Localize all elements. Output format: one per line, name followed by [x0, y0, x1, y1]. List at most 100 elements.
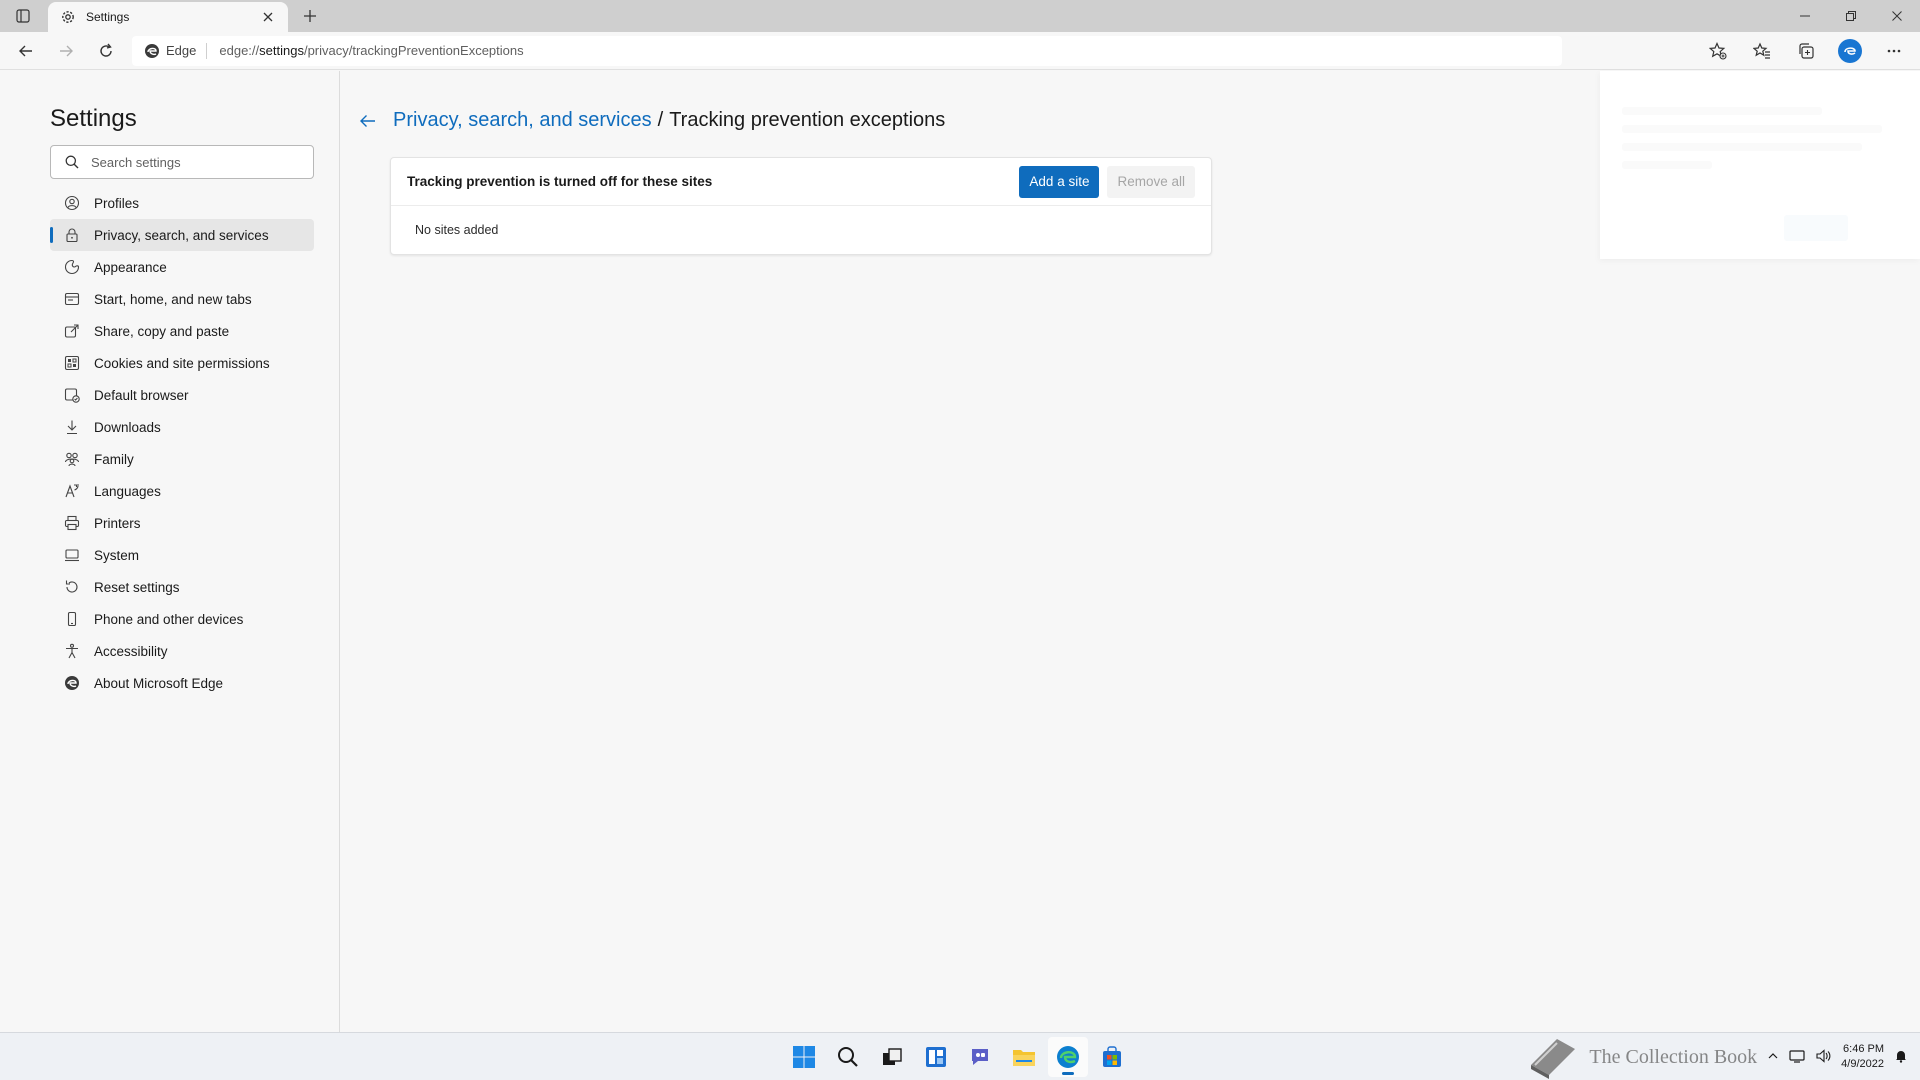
file-explorer-button[interactable] [1004, 1037, 1044, 1077]
site-identity[interactable]: Edge [144, 42, 208, 59]
gear-icon [62, 11, 74, 23]
faded-flyout [1600, 71, 1920, 259]
minimize-button[interactable] [1782, 0, 1828, 32]
sidebar-item-accessibility[interactable]: Accessibility [50, 635, 314, 667]
plus-icon [304, 10, 316, 22]
url-text[interactable]: edge://settings/privacy/trackingPreventi… [207, 43, 523, 58]
browser-toolbar: Edge edge://settings/privacy/trackingPre… [0, 32, 1920, 70]
sidebar-item-appearance[interactable]: Appearance [50, 251, 314, 283]
notification-bell-icon [1896, 1050, 1906, 1063]
settings-main: Privacy, search, and services / Tracking p… [341, 71, 1599, 1032]
breadcrumb: Privacy, search, and services / Tracking p… [357, 109, 945, 132]
edge-taskbar-button[interactable] [1048, 1037, 1088, 1077]
clock-time: 6:46 PM [1843, 1043, 1884, 1055]
printer-icon [64, 515, 80, 531]
flyout-button[interactable] [1784, 215, 1848, 241]
remove-all-button[interactable]: Remove all [1107, 165, 1195, 198]
tray-chevron-button[interactable] [1767, 1050, 1779, 1065]
task-view-icon [883, 1048, 902, 1065]
sidebar-item-profiles[interactable]: Profiles [50, 187, 314, 219]
system-tray: The Collection Book 6:46 PM 4/9/2022 [1527, 1033, 1908, 1080]
more-options-button[interactable] [1874, 35, 1914, 67]
sidebar-item-label: Family [94, 451, 134, 467]
sidebar-item-downloads[interactable]: Downloads [50, 411, 314, 443]
breadcrumb-current: Tracking prevention exceptions [669, 109, 946, 131]
chat-icon [972, 1049, 988, 1065]
tab-title: Settings [86, 10, 130, 24]
sidebar-item-family[interactable]: Family [50, 443, 314, 475]
collections-button[interactable] [1786, 35, 1826, 67]
restore-button[interactable] [1828, 0, 1874, 32]
sidebar-item-label: Privacy, search, and services [94, 227, 269, 243]
address-prefix: Edge [166, 43, 197, 58]
refresh-button[interactable] [86, 35, 126, 67]
network-button[interactable] [1789, 1048, 1805, 1067]
volume-icon [1816, 1048, 1831, 1063]
widgets-icon [926, 1047, 946, 1067]
clock[interactable]: 6:46 PM 4/9/2022 [1841, 1042, 1884, 1072]
minimize-icon [1800, 15, 1810, 17]
sidebar-item-label: Cookies and site permissions [94, 355, 270, 371]
task-view-button[interactable] [872, 1037, 912, 1077]
forward-button[interactable] [46, 35, 86, 67]
default-browser-icon [64, 387, 80, 403]
sidebar-item-default-browser[interactable]: Default browser [50, 379, 314, 411]
card-header: Tracking prevention is turned off for th… [391, 158, 1211, 206]
cookies-icon [64, 355, 80, 371]
widgets-button[interactable] [916, 1037, 956, 1077]
tab-actions-button[interactable] [0, 0, 46, 32]
sidebar-item-system[interactable]: System [50, 539, 314, 571]
arrow-right-icon [60, 45, 73, 56]
profile-badge-icon [1844, 46, 1856, 55]
sidebar-item-start-home[interactable]: Start, home, and new tabs [50, 283, 314, 315]
settings-sidebar: Settings Profiles Privacy, search, and s… [0, 71, 340, 1032]
chat-button[interactable] [960, 1037, 1000, 1077]
search-box[interactable] [50, 145, 314, 179]
sidebar-item-about[interactable]: About Microsoft Edge [50, 667, 314, 699]
sidebar-item-label: Default browser [94, 387, 189, 403]
arrow-left-icon [19, 45, 32, 56]
tab-close-button[interactable] [258, 7, 278, 27]
sidebar-item-cookies[interactable]: Cookies and site permissions [50, 347, 314, 379]
arrow-left-icon [360, 114, 375, 127]
breadcrumb-back-button[interactable] [357, 110, 379, 132]
languages-icon [64, 483, 80, 499]
taskbar-search-button[interactable] [828, 1037, 868, 1077]
edge-logo-icon [1057, 1046, 1079, 1068]
sidebar-item-reset[interactable]: Reset settings [50, 571, 314, 603]
add-favorite-button[interactable] [1698, 35, 1738, 67]
address-bar[interactable]: Edge edge://settings/privacy/trackingPre… [132, 35, 1562, 66]
restore-icon [1846, 11, 1856, 21]
start-button[interactable] [784, 1037, 824, 1077]
sidebar-item-phone[interactable]: Phone and other devices [50, 603, 314, 635]
breadcrumb-parent-link[interactable]: Privacy, search, and services [393, 109, 652, 131]
flyout-placeholder-line [1622, 125, 1882, 133]
back-button[interactable] [6, 35, 46, 67]
sidebar-item-share-copy[interactable]: Share, copy and paste [50, 315, 314, 347]
folder-icon [1013, 1050, 1035, 1066]
sidebar-item-label: Accessibility [94, 643, 168, 659]
favorites-button[interactable] [1742, 35, 1782, 67]
profile-button[interactable] [1830, 35, 1870, 67]
tab-settings[interactable]: Settings [48, 2, 288, 32]
phone-icon [64, 611, 80, 627]
clock-date: 4/9/2022 [1841, 1058, 1884, 1070]
add-site-button[interactable]: Add a site [1019, 165, 1100, 198]
notifications-button[interactable] [1894, 1049, 1908, 1066]
flyout-placeholder-line [1622, 107, 1822, 115]
close-window-button[interactable] [1874, 0, 1920, 32]
new-tab-button[interactable] [292, 0, 328, 32]
sidebar-item-label: Appearance [94, 259, 167, 275]
taskbar: The Collection Book 6:46 PM 4/9/2022 [0, 1032, 1920, 1080]
home-tabs-icon [64, 291, 80, 307]
title-bar: Settings [0, 0, 1920, 32]
sidebar-item-printers[interactable]: Printers [50, 507, 314, 539]
search-input[interactable] [91, 154, 291, 170]
sidebar-item-privacy[interactable]: Privacy, search, and services [50, 219, 314, 251]
sidebar-item-languages[interactable]: Languages [50, 475, 314, 507]
sidebar-item-label: Downloads [94, 419, 161, 435]
search-icon [65, 155, 79, 169]
store-button[interactable] [1092, 1037, 1132, 1077]
sidebar-item-label: Languages [94, 483, 161, 499]
volume-button[interactable] [1815, 1048, 1831, 1067]
